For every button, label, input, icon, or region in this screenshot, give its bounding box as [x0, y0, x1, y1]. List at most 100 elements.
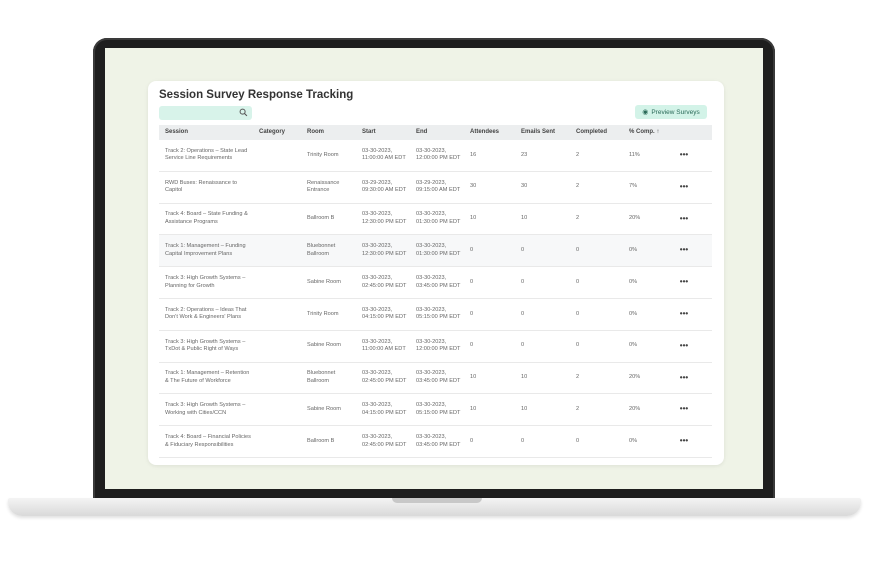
cell-attendees: 16	[470, 151, 477, 158]
cell-percent-complete: 20%	[629, 374, 641, 381]
cell-end: 03-30-2023, 01:30:00 PM EDT	[416, 243, 461, 257]
more-options-icon[interactable]: •••	[674, 341, 694, 352]
table-row[interactable]: Track 2: Operations – Ideas That Don't W…	[159, 299, 712, 331]
cell-room: Ballroom B	[307, 215, 335, 222]
eye-icon: ◉	[642, 108, 649, 116]
table-row[interactable]: Track 4: Board – State Funding & Assista…	[159, 204, 712, 236]
cell-start: 03-30-2023, 11:00:00 AM EDT	[362, 147, 406, 162]
cell-start: 03-30-2023, 12:30:00 PM EDT	[362, 243, 407, 257]
table-row[interactable]: Track 3: High Growth Systems – Planning …	[159, 267, 712, 299]
cell-attendees: 0	[470, 310, 474, 317]
cell-emails-sent: 0	[521, 247, 525, 254]
cell-end: 03-30-2023, 03:45:00 PM EDT	[416, 275, 461, 289]
header-emails-sent[interactable]: Emails Sent	[515, 128, 570, 136]
cell-emails-sent: 10	[521, 374, 528, 381]
cell-attendees: 30	[470, 183, 477, 190]
header-completed[interactable]: Completed	[570, 128, 623, 136]
cell-end: 03-30-2023, 01:30:00 PM EDT	[416, 211, 461, 225]
laptop-base	[8, 498, 861, 516]
more-options-icon[interactable]: •••	[674, 404, 694, 415]
cell-room: Sabine Room	[307, 342, 341, 349]
cell-completed: 2	[576, 151, 580, 158]
more-options-icon[interactable]: •••	[674, 182, 694, 193]
cell-completed: 2	[576, 406, 580, 412]
cell-start: 03-29-2023, 09:30:00 AM EDT	[362, 179, 407, 194]
cell-session: Track 2: Operations – State Lead Service…	[165, 147, 248, 162]
preview-surveys-button[interactable]: ◉ Preview Surveys	[635, 105, 707, 119]
header-room[interactable]: Room	[301, 128, 356, 136]
more-options-icon[interactable]: •••	[674, 245, 694, 256]
table-row[interactable]: Track 3: High Growth Systems – Working w…	[159, 394, 712, 427]
cell-end: 03-29-2023, 09:15:00 AM EDT	[416, 179, 461, 194]
cell-start: 03-30-2023, 04:15:00 PM EDT	[362, 306, 407, 321]
cell-room: Trinity Room	[307, 151, 339, 158]
cell-attendees: 0	[470, 278, 474, 285]
more-options-icon[interactable]: •••	[674, 277, 694, 288]
cell-percent-complete: 11%	[629, 151, 640, 158]
header-end[interactable]: End	[410, 128, 464, 136]
cell-attendees: 10	[470, 406, 477, 412]
cell-start: 03-30-2023, 02:45:00 PM EDT	[362, 434, 407, 448]
cell-percent-complete: 0%	[629, 278, 638, 285]
cell-room: Bluebonnet Ballroom	[307, 370, 336, 384]
cell-session: Track 2: Operations – Ideas That Don't W…	[165, 306, 247, 321]
cell-room: Sabine Room	[307, 278, 341, 285]
table-row[interactable]: Track 3: High Growth Systems – TxDot & P…	[159, 331, 712, 363]
sort-ascending-icon: ↑	[656, 129, 660, 136]
more-options-icon[interactable]: •••	[674, 436, 694, 447]
cell-room: Trinity Room	[307, 310, 339, 317]
search-input[interactable]	[159, 106, 252, 120]
cell-completed: 0	[576, 310, 580, 317]
header-attendees[interactable]: Attendees	[464, 128, 515, 136]
cell-completed: 0	[576, 342, 580, 349]
table-header: Session Category Room Start End Attendee…	[159, 125, 712, 140]
more-options-icon[interactable]: •••	[674, 214, 694, 225]
cell-emails-sent: 30	[521, 183, 528, 190]
table-row[interactable]: Track 2: Operations – State Lead Service…	[159, 140, 712, 172]
cell-emails-sent: 10	[521, 406, 528, 412]
table-row[interactable]: Track 1: Management – Funding Capital Im…	[159, 235, 712, 268]
cell-percent-complete: 0%	[629, 310, 638, 317]
preview-surveys-label: Preview Surveys	[651, 108, 700, 116]
table-row[interactable]: Track 4: Board – Financial Policies & Fi…	[159, 426, 712, 458]
cell-percent-complete: 20%	[629, 215, 641, 222]
more-options-icon[interactable]: •••	[674, 373, 694, 384]
cell-percent-complete: 7%	[629, 183, 638, 190]
cell-completed: 0	[576, 278, 580, 285]
header-category[interactable]: Category	[253, 128, 301, 136]
sessions-table: Session Category Room Start End Attendee…	[159, 125, 712, 458]
cell-end: 03-30-2023, 05:15:00 PM EDT	[416, 402, 461, 416]
cell-end: 03-30-2023, 03:45:00 PM EDT	[416, 434, 461, 448]
cell-room: Ballroom B	[307, 437, 335, 444]
cell-end: 03-30-2023, 12:00:00 PM EDT	[416, 147, 461, 162]
header-start[interactable]: Start	[356, 128, 410, 136]
more-options-icon[interactable]: •••	[674, 309, 694, 320]
cell-percent-complete: 0%	[629, 437, 638, 444]
table-row[interactable]: Track 1: Management – Retention & The Fu…	[159, 363, 712, 395]
cell-completed: 0	[576, 247, 580, 254]
search-icon[interactable]	[239, 108, 248, 117]
cell-room: Bluebonnet Ballroom	[307, 243, 336, 257]
cell-session: Track 4: Board – Financial Policies & Fi…	[165, 434, 251, 448]
cell-emails-sent: 10	[521, 215, 528, 222]
cell-completed: 0	[576, 437, 580, 444]
cell-session: Track 3: High Growth Systems – Working w…	[165, 402, 246, 416]
cell-attendees: 0	[470, 247, 474, 254]
cell-session: Track 3: High Growth Systems – TxDot & P…	[165, 338, 246, 353]
cell-percent-complete: 0%	[629, 342, 638, 349]
cell-start: 03-30-2023, 04:15:00 PM EDT	[362, 402, 407, 416]
header-percent-complete-label: % Comp.	[629, 129, 655, 136]
cell-session: Track 1: Management – Funding Capital Im…	[165, 243, 246, 257]
laptop-base-notch	[392, 498, 482, 503]
more-options-icon[interactable]: •••	[674, 150, 694, 161]
cell-attendees: 0	[470, 342, 474, 349]
header-session[interactable]: Session	[159, 128, 253, 136]
cell-completed: 2	[576, 183, 580, 190]
cell-emails-sent: 0	[521, 437, 525, 444]
header-percent-complete[interactable]: % Comp. ↑	[623, 128, 674, 136]
cell-completed: 2	[576, 374, 580, 381]
table-row[interactable]: RWD Buses: Renaissance to Capitol Renais…	[159, 172, 712, 204]
cell-completed: 2	[576, 215, 580, 222]
cell-emails-sent: 0	[521, 310, 525, 317]
page-title: Session Survey Response Tracking	[159, 89, 354, 101]
